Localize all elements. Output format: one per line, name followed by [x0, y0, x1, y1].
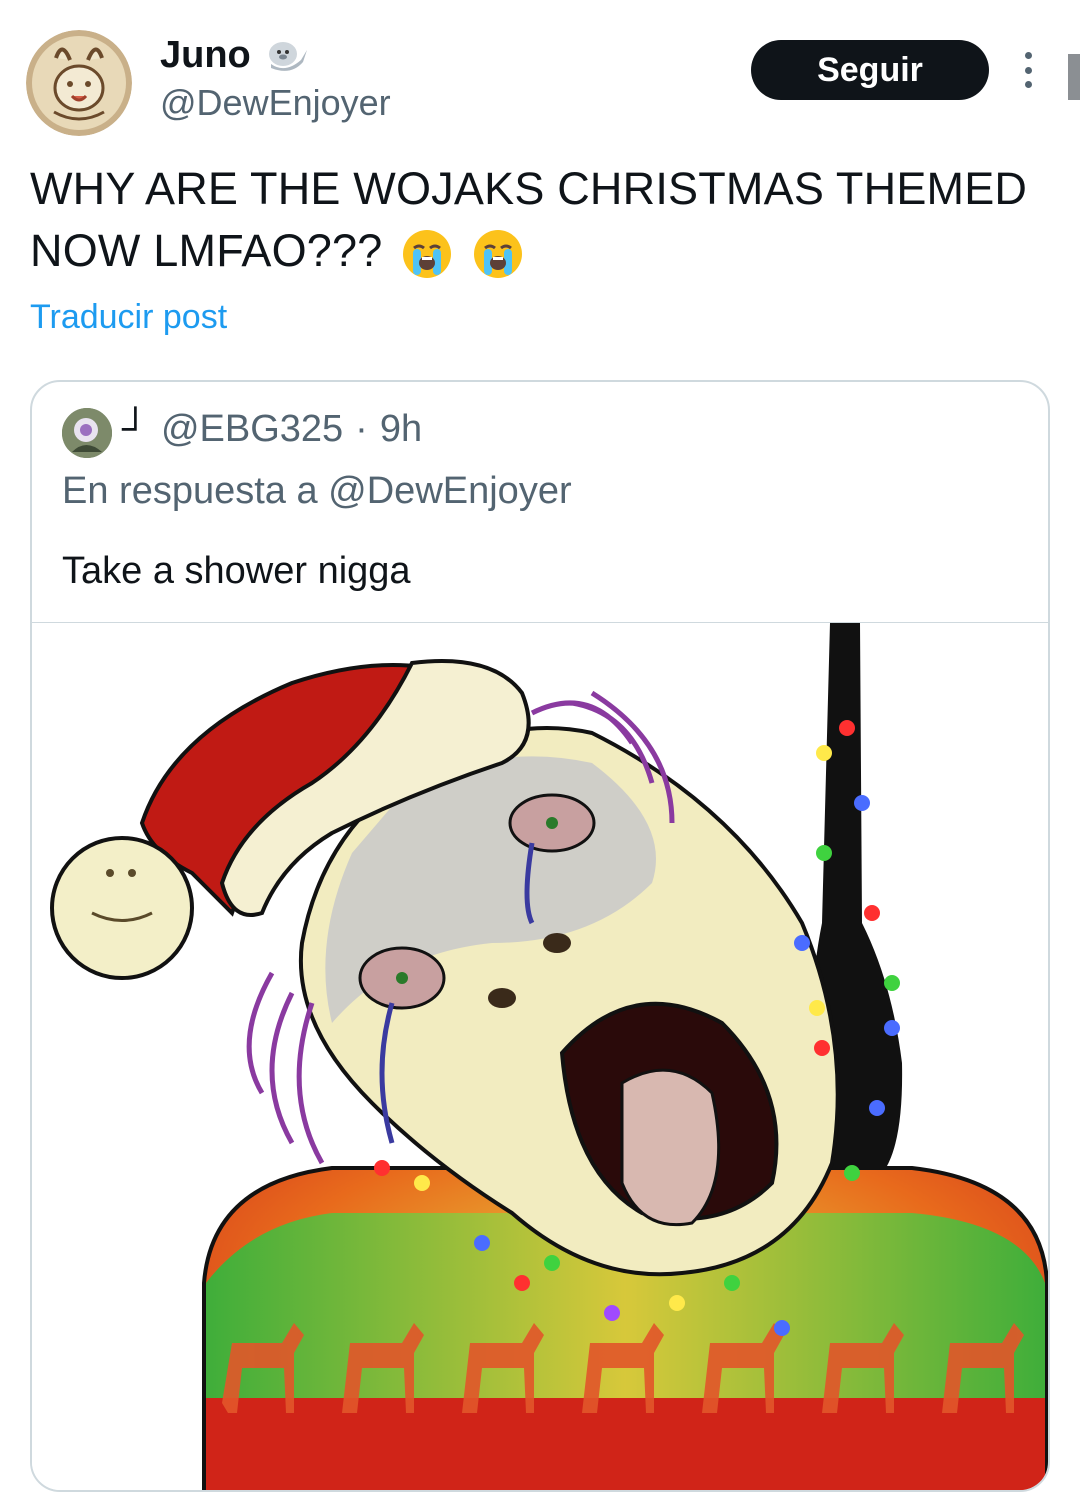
post-body: WHY ARE THE WOJAKS CHRISTMAS THEMED NOW … [30, 158, 1060, 282]
quoted-post-text: Take a shower nigga [62, 550, 411, 592]
quoted-post[interactable]: ┘ @EBG325 · 9h En respuesta a @DewEnjoye… [30, 380, 1050, 1492]
translate-post-link[interactable]: Traducir post [30, 298, 227, 337]
quoted-author-meta: ┘ @EBG325 · 9h [122, 408, 422, 451]
quoted-author-handle[interactable]: @EBG325 [161, 408, 343, 451]
quoted-author-name[interactable]: ┘ [122, 408, 149, 451]
author-handle[interactable]: @DewEnjoyer [160, 82, 391, 124]
loudly-crying-face-icon [472, 228, 524, 280]
author-display-name[interactable]: Juno [160, 34, 251, 77]
meta-separator: · [355, 408, 368, 450]
follow-button[interactable]: Seguir [751, 40, 989, 100]
more-vertical-icon[interactable] [1016, 52, 1040, 88]
scrollbar[interactable] [1068, 54, 1080, 100]
post-text: WHY ARE THE WOJAKS CHRISTMAS THEMED NOW … [30, 163, 1028, 276]
quoted-post-time[interactable]: 9h [380, 408, 422, 451]
author-avatar[interactable] [26, 30, 132, 136]
loudly-crying-face-icon [401, 228, 453, 280]
reply-context: En respuesta a @DewEnjoyer [62, 470, 572, 512]
quoted-author-avatar[interactable] [62, 408, 112, 458]
seal-icon [261, 36, 311, 76]
quoted-post-media[interactable] [32, 622, 1048, 1490]
author-name-row[interactable]: Juno [160, 34, 311, 77]
christmas-wojak-image [50, 623, 1048, 1490]
post-header: Juno @DewEnjoyer Seguir [0, 0, 1080, 150]
